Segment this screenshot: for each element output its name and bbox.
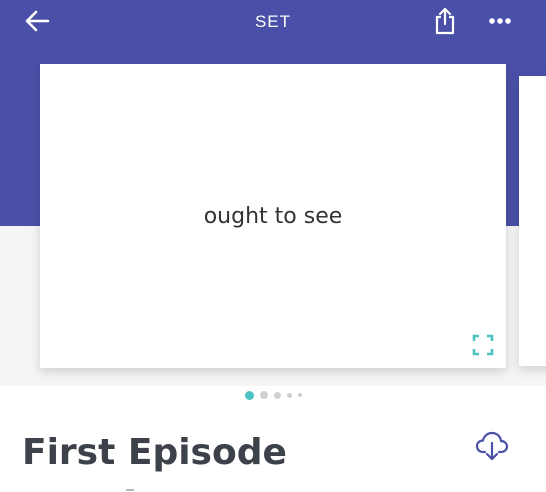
share-icon <box>435 7 455 35</box>
pager-dot <box>244 390 254 400</box>
page-title: SET <box>254 12 292 31</box>
expand-icon <box>472 334 494 356</box>
share-button[interactable] <box>428 4 462 38</box>
more-options-button[interactable] <box>482 6 518 36</box>
expand-card-button[interactable] <box>472 334 494 356</box>
set-subtitle-cutoff <box>22 488 152 492</box>
pager-dot <box>297 393 302 397</box>
more-horizontal-icon <box>489 18 511 24</box>
card-pager <box>0 388 546 402</box>
pager-dot <box>259 391 268 399</box>
set-title: First Episode <box>22 432 287 473</box>
cloud-download-icon <box>475 431 509 461</box>
next-flashcard[interactable] <box>519 76 546 366</box>
pager-dot <box>286 392 292 398</box>
download-button[interactable] <box>474 428 510 464</box>
card-term-text: ought to see <box>203 204 343 229</box>
flashcard[interactable]: ought to see <box>40 64 506 368</box>
pager-dot <box>273 391 281 399</box>
